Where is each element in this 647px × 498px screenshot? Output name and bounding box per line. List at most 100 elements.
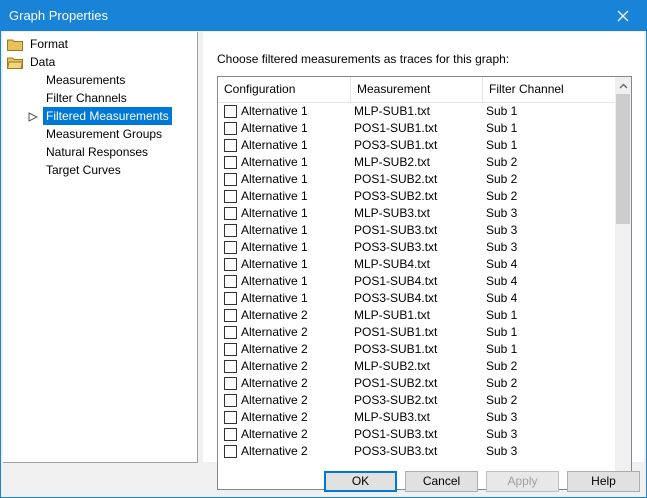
row-checkbox[interactable]	[224, 394, 237, 407]
row-checkbox[interactable]	[224, 377, 237, 390]
cell-configuration: Alternative 1	[241, 223, 308, 237]
row-checkbox[interactable]	[224, 343, 237, 356]
row-checkbox[interactable]	[224, 105, 237, 118]
table-row[interactable]: Alternative 1 POS3-SUB1.txt Sub 1	[218, 137, 615, 154]
column-header-filter-channel[interactable]: Filter Channel	[483, 77, 615, 102]
cell-measurement: POS1-SUB3.txt	[354, 427, 438, 441]
cell-configuration: Alternative 2	[241, 308, 308, 322]
table-row[interactable]: Alternative 1 MLP-SUB2.txt Sub 2	[218, 154, 615, 171]
cell-configuration: Alternative 1	[241, 172, 308, 186]
cell-configuration: Alternative 2	[241, 444, 308, 458]
cell-filter-channel: Sub 4	[486, 257, 518, 271]
apply-button[interactable]: Apply	[486, 471, 559, 492]
table-row[interactable]: Alternative 2 MLP-SUB1.txt Sub 1	[218, 307, 615, 324]
column-header-configuration[interactable]: Configuration	[218, 77, 351, 102]
table-row[interactable]: Alternative 2 MLP-SUB2.txt Sub 2	[218, 358, 615, 375]
cell-configuration: Alternative 2	[241, 359, 308, 373]
cell-filter-channel: Sub 1	[486, 138, 518, 152]
cell-filter-channel: Sub 3	[486, 240, 518, 254]
category-tree: Format Data Measurements Filter Channels…	[3, 32, 198, 463]
row-checkbox[interactable]	[224, 207, 237, 220]
row-checkbox[interactable]	[224, 241, 237, 254]
cell-filter-channel: Sub 1	[486, 325, 518, 339]
cell-configuration: Alternative 2	[241, 325, 308, 339]
cell-measurement: POS1-SUB4.txt	[354, 274, 438, 288]
table-row[interactable]: Alternative 1 POS3-SUB2.txt Sub 2	[218, 188, 615, 205]
table-row[interactable]: Alternative 2 MLP-SUB3.txt Sub 3	[218, 409, 615, 426]
tree-label-target-curves: Target Curves	[46, 163, 121, 177]
table-row[interactable]: Alternative 2 POS3-SUB3.txt Sub 3	[218, 443, 615, 460]
table-row[interactable]: Alternative 2 POS1-SUB1.txt Sub 1	[218, 324, 615, 341]
row-checkbox[interactable]	[224, 360, 237, 373]
tree-label-natural-responses: Natural Responses	[46, 145, 149, 159]
title-bar[interactable]: Graph Properties	[1, 1, 646, 31]
row-checkbox[interactable]	[224, 292, 237, 305]
row-checkbox[interactable]	[224, 309, 237, 322]
cell-filter-channel: Sub 1	[486, 308, 518, 322]
row-checkbox[interactable]	[224, 258, 237, 271]
table-row[interactable]: Alternative 1 MLP-SUB3.txt Sub 3	[218, 205, 615, 222]
table-row[interactable]: Alternative 1 POS1-SUB3.txt Sub 3	[218, 222, 615, 239]
tree-label-measurement-groups: Measurement Groups	[46, 127, 163, 141]
row-checkbox[interactable]	[224, 224, 237, 237]
table-row[interactable]: Alternative 2 POS3-SUB2.txt Sub 2	[218, 392, 615, 409]
row-checkbox[interactable]	[224, 326, 237, 339]
cancel-button[interactable]: Cancel	[405, 471, 478, 492]
table-row[interactable]: Alternative 2 POS3-SUB1.txt Sub 1	[218, 341, 615, 358]
row-checkbox[interactable]	[224, 156, 237, 169]
cell-measurement: MLP-SUB2.txt	[354, 155, 431, 169]
row-checkbox[interactable]	[224, 173, 237, 186]
panel-prompt: Choose filtered measurements as traces f…	[217, 52, 510, 66]
cell-measurement: POS1-SUB3.txt	[354, 223, 438, 237]
table-row[interactable]: Alternative 1 MLP-SUB1.txt Sub 1	[218, 103, 615, 120]
cell-measurement: POS1-SUB1.txt	[354, 325, 438, 339]
tree-label-filter-channels: Filter Channels	[46, 91, 127, 105]
cell-measurement: MLP-SUB1.txt	[354, 308, 431, 322]
ok-button[interactable]: OK	[324, 471, 397, 492]
close-button[interactable]	[600, 1, 646, 31]
row-checkbox[interactable]	[224, 139, 237, 152]
settings-panel: Choose filtered measurements as traces f…	[203, 32, 644, 490]
cell-measurement: POS3-SUB3.txt	[354, 240, 438, 254]
row-checkbox[interactable]	[224, 190, 237, 203]
scrollbar-thumb[interactable]	[616, 94, 630, 224]
chevron-up-icon	[619, 83, 627, 88]
window-title: Graph Properties	[9, 8, 108, 23]
cell-configuration: Alternative 1	[241, 189, 308, 203]
cell-filter-channel: Sub 2	[486, 359, 518, 373]
cell-configuration: Alternative 1	[241, 274, 308, 288]
table-row[interactable]: Alternative 2 POS1-SUB2.txt Sub 2	[218, 375, 615, 392]
cell-measurement: MLP-SUB4.txt	[354, 257, 431, 271]
graph-properties-dialog: Graph Properties Format Data Measurement…	[0, 0, 647, 498]
scroll-up-button[interactable]	[615, 77, 631, 94]
cell-filter-channel: Sub 1	[486, 104, 518, 118]
cell-configuration: Alternative 2	[241, 427, 308, 441]
cell-filter-channel: Sub 4	[486, 274, 518, 288]
help-button[interactable]: Help	[567, 471, 640, 492]
cell-configuration: Alternative 2	[241, 342, 308, 356]
cell-measurement: POS1-SUB2.txt	[354, 172, 438, 186]
cell-measurement: POS3-SUB4.txt	[354, 291, 438, 305]
row-checkbox[interactable]	[224, 445, 237, 458]
table-row[interactable]: Alternative 1 POS3-SUB3.txt Sub 3	[218, 239, 615, 256]
table-row[interactable]: Alternative 1 POS1-SUB4.txt Sub 4	[218, 273, 615, 290]
vertical-scrollbar[interactable]	[615, 77, 631, 489]
table-row[interactable]: Alternative 1 POS3-SUB4.txt Sub 4	[218, 290, 615, 307]
column-header-measurement[interactable]: Measurement	[351, 77, 483, 102]
cell-configuration: Alternative 1	[241, 121, 308, 135]
row-checkbox[interactable]	[224, 428, 237, 441]
row-checkbox[interactable]	[224, 122, 237, 135]
cell-configuration: Alternative 1	[241, 206, 308, 220]
open-folder-icon	[7, 57, 23, 69]
table-row[interactable]: Alternative 1 POS1-SUB1.txt Sub 1	[218, 120, 615, 137]
table-row[interactable]: Alternative 2 POS1-SUB3.txt Sub 3	[218, 426, 615, 443]
cell-measurement: POS3-SUB1.txt	[354, 138, 438, 152]
table-row[interactable]: Alternative 1 POS1-SUB2.txt Sub 2	[218, 171, 615, 188]
cell-configuration: Alternative 1	[241, 138, 308, 152]
cell-filter-channel: Sub 2	[486, 393, 518, 407]
cell-filter-channel: Sub 2	[486, 189, 518, 203]
row-checkbox[interactable]	[224, 411, 237, 424]
row-checkbox[interactable]	[224, 275, 237, 288]
cell-filter-channel: Sub 1	[486, 121, 518, 135]
table-row[interactable]: Alternative 1 MLP-SUB4.txt Sub 4	[218, 256, 615, 273]
